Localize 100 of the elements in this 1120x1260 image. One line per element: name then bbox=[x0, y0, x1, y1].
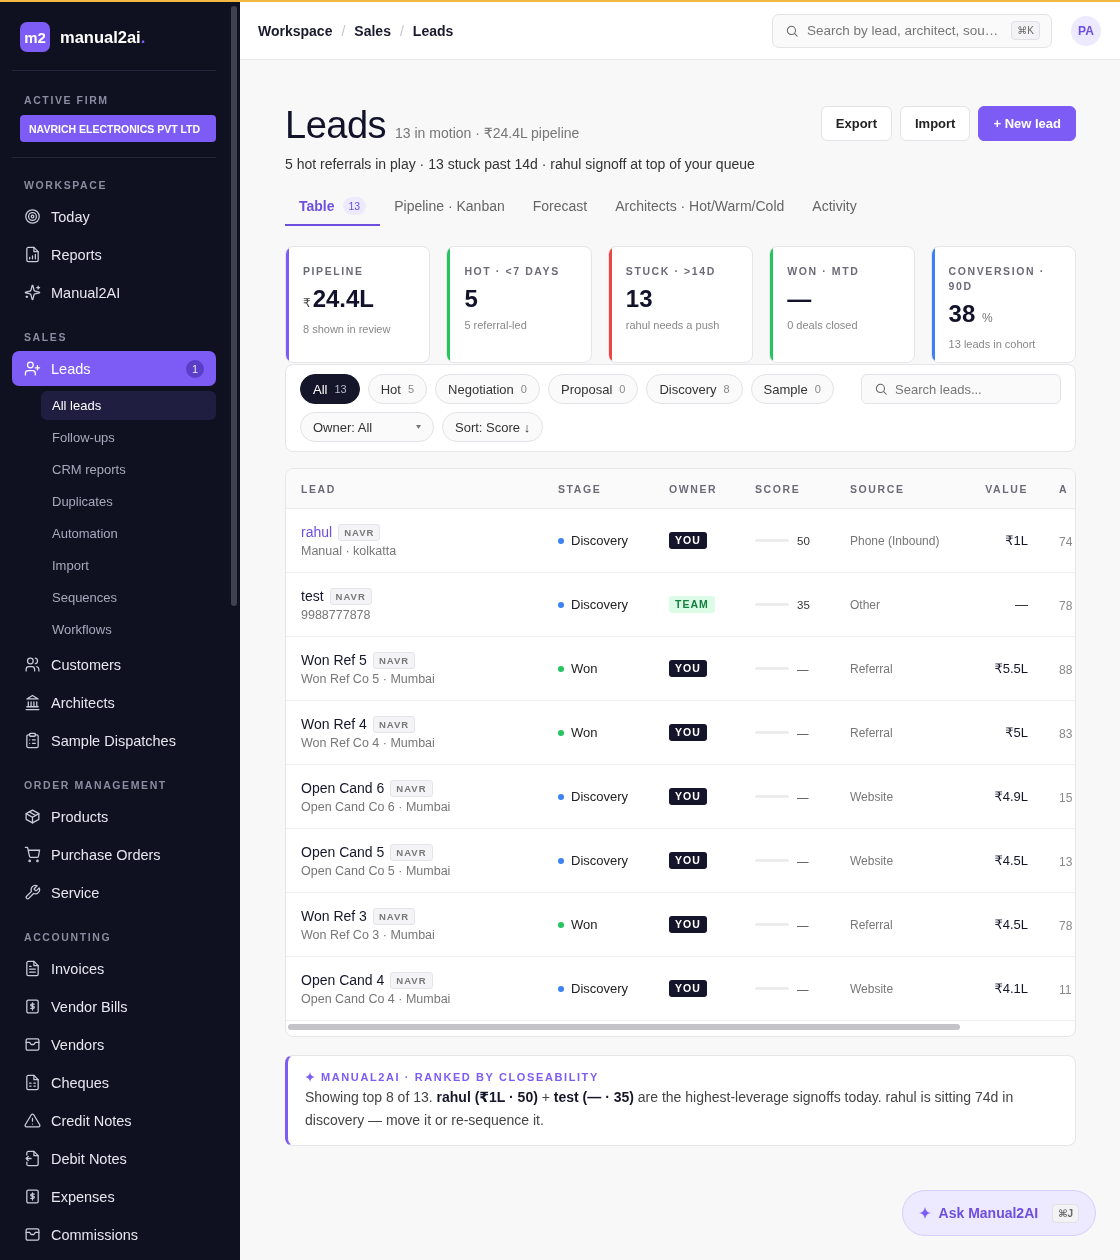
view-tab[interactable]: Pipeline · Kanban bbox=[380, 186, 519, 226]
kpi-note: rahul needs a push bbox=[625, 318, 720, 332]
filter-chip[interactable]: All 13 bbox=[300, 374, 360, 404]
stage-label: Discovery bbox=[571, 533, 629, 548]
owner-badge: YOU bbox=[669, 788, 707, 805]
source-text: Referral bbox=[850, 917, 894, 932]
score-value: 35 bbox=[797, 598, 810, 611]
secondary-button[interactable]: Export bbox=[820, 106, 892, 141]
column-header[interactable]: LEAD bbox=[301, 482, 558, 495]
search-field[interactable]: Search leads... bbox=[861, 374, 1061, 404]
nav-item[interactable]: Manual2AI bbox=[12, 275, 216, 310]
firm-tag: NAVR bbox=[390, 971, 433, 989]
lead-detail: 9988777878 bbox=[301, 607, 371, 622]
filter-chip[interactable]: Proposal 0 bbox=[547, 374, 639, 404]
secondary-button[interactable]: Import bbox=[900, 106, 971, 141]
insight-text: Showing top 8 of 13. rahul (₹1L · 50) + test (— · 35) are the highest-leverage signoffs today. rahul is sitting 74d in discovery — move it or re-sequence it. bbox=[305, 1088, 1015, 1130]
nav-subitem[interactable]: Import bbox=[41, 551, 216, 580]
nav-subitem[interactable]: All leads bbox=[41, 391, 216, 420]
view-tab[interactable]: Forecast bbox=[518, 186, 602, 226]
firm-selector[interactable]: NAVRICH ELECTRONICS PVT LTD bbox=[20, 115, 216, 142]
owner-dropdown[interactable]: Owner: All bbox=[300, 412, 434, 442]
nav-item[interactable]: Debit Notes bbox=[12, 1141, 216, 1176]
sparkles-icon bbox=[24, 284, 41, 301]
nav-item[interactable]: Expenses bbox=[12, 1179, 216, 1214]
lead-name[interactable]: rahul bbox=[301, 524, 333, 540]
tab-count-badge: 13 bbox=[342, 197, 367, 215]
kpi-note: 13 leads in cohort bbox=[948, 337, 1036, 351]
firm-tag: NAVR bbox=[372, 651, 416, 669]
scrollbar-thumb[interactable] bbox=[288, 1024, 960, 1030]
source-text: Website bbox=[850, 853, 895, 868]
column-header[interactable]: VALUE bbox=[985, 482, 1028, 495]
view-tab[interactable]: Architects · Hot/Warm/Cold bbox=[601, 186, 799, 226]
owner-badge: YOU bbox=[669, 852, 707, 869]
nav-item[interactable]: Products bbox=[12, 799, 216, 834]
firm-tag: NAVR bbox=[390, 779, 433, 797]
kpi-value: 13 bbox=[625, 285, 653, 313]
filter-chip[interactable]: Negotiation 0 bbox=[435, 374, 540, 404]
column-header[interactable]: SOURCE bbox=[850, 482, 968, 495]
nav-item[interactable]: Vendor Bills bbox=[12, 989, 216, 1024]
column-header[interactable]: SCORE bbox=[755, 482, 850, 495]
nav-subitem[interactable]: Duplicates bbox=[41, 487, 216, 516]
nav-subitem[interactable]: Workflows bbox=[41, 615, 216, 644]
filter-chip[interactable]: Sample 0 bbox=[750, 374, 834, 404]
firm-tag: NAVR bbox=[329, 587, 372, 605]
scrollbar-thumb[interactable] bbox=[231, 6, 237, 606]
nav-item[interactable]: Purchase Orders bbox=[12, 837, 216, 872]
owner-badge: YOU bbox=[669, 532, 707, 549]
sort-button[interactable]: Sort: Score ↓ bbox=[442, 412, 544, 442]
view-tab[interactable]: Table 13 bbox=[285, 186, 381, 226]
nav-item[interactable]: Customers bbox=[12, 647, 216, 682]
nav-item[interactable]: Leads 1 bbox=[12, 351, 216, 386]
cart-icon bbox=[24, 846, 41, 863]
nav-subitem[interactable]: Automation bbox=[41, 519, 216, 548]
filter-chip[interactable]: Hot 5 bbox=[367, 374, 428, 404]
nav-item[interactable]: Today bbox=[12, 199, 216, 234]
kpi-label: STUCK · >14D bbox=[625, 264, 716, 279]
nav-item[interactable]: Sample Dispatches bbox=[12, 723, 216, 758]
nav-item[interactable]: Credit Notes bbox=[12, 1103, 216, 1138]
tray-icon bbox=[24, 1036, 41, 1053]
nav-item[interactable]: Reports bbox=[12, 237, 216, 272]
source-text: Referral bbox=[850, 661, 894, 676]
breadcrumb-link[interactable]: Workspace bbox=[258, 22, 333, 39]
column-header[interactable]: A bbox=[1028, 482, 1075, 495]
nav-item[interactable]: Architects bbox=[12, 685, 216, 720]
nav-item[interactable]: Cheques bbox=[12, 1065, 216, 1100]
column-header[interactable]: STAGE bbox=[558, 482, 669, 495]
target-icon bbox=[24, 208, 41, 225]
owner-badge: YOU bbox=[669, 724, 707, 741]
lead-name[interactable]: Won Ref 5 bbox=[301, 652, 367, 668]
value-text: ₹4.5L bbox=[994, 917, 1028, 932]
clipboard-icon bbox=[24, 732, 41, 749]
lead-name[interactable]: Won Ref 4 bbox=[301, 716, 367, 732]
user-avatar[interactable]: PA bbox=[1071, 15, 1101, 46]
warning-icon bbox=[24, 1112, 41, 1129]
source-text: Phone (Inbound) bbox=[850, 533, 941, 548]
lead-name[interactable]: Open Cand 5 bbox=[301, 844, 385, 860]
source-text: Website bbox=[850, 789, 895, 804]
spreadsheet-icon bbox=[24, 1074, 41, 1091]
primary-button[interactable]: + New lead bbox=[978, 106, 1076, 141]
column-header[interactable]: OWNER bbox=[669, 482, 755, 495]
lead-name[interactable]: test bbox=[301, 588, 324, 604]
nav-subitem[interactable]: Sequences bbox=[41, 583, 216, 612]
assistant-button[interactable]: Ask Manual2AI ⌘J bbox=[901, 1190, 1096, 1236]
breadcrumb-link[interactable]: Sales bbox=[354, 22, 391, 39]
firm-tag: NAVR bbox=[390, 843, 433, 861]
chip-count: 0 bbox=[619, 383, 626, 395]
nav-item[interactable]: Service bbox=[12, 875, 216, 910]
breadcrumb-current[interactable]: Leads bbox=[412, 22, 454, 39]
lead-detail: Won Ref Co 4 · Mumbai bbox=[301, 735, 435, 750]
lead-name[interactable]: Open Cand 4 bbox=[301, 972, 385, 988]
filter-chip[interactable]: Discovery 8 bbox=[646, 374, 743, 404]
nav-subitem[interactable]: CRM reports bbox=[41, 455, 216, 484]
nav-item[interactable]: Invoices bbox=[12, 951, 216, 986]
lead-name[interactable]: Won Ref 3 bbox=[301, 908, 367, 924]
nav-item[interactable]: Vendors bbox=[12, 1027, 216, 1062]
view-tab[interactable]: Activity bbox=[798, 186, 871, 226]
nav-item[interactable]: Commissions bbox=[12, 1217, 216, 1252]
score-value: — bbox=[797, 662, 809, 675]
lead-name[interactable]: Open Cand 6 bbox=[301, 780, 385, 796]
nav-subitem[interactable]: Follow-ups bbox=[41, 423, 216, 452]
